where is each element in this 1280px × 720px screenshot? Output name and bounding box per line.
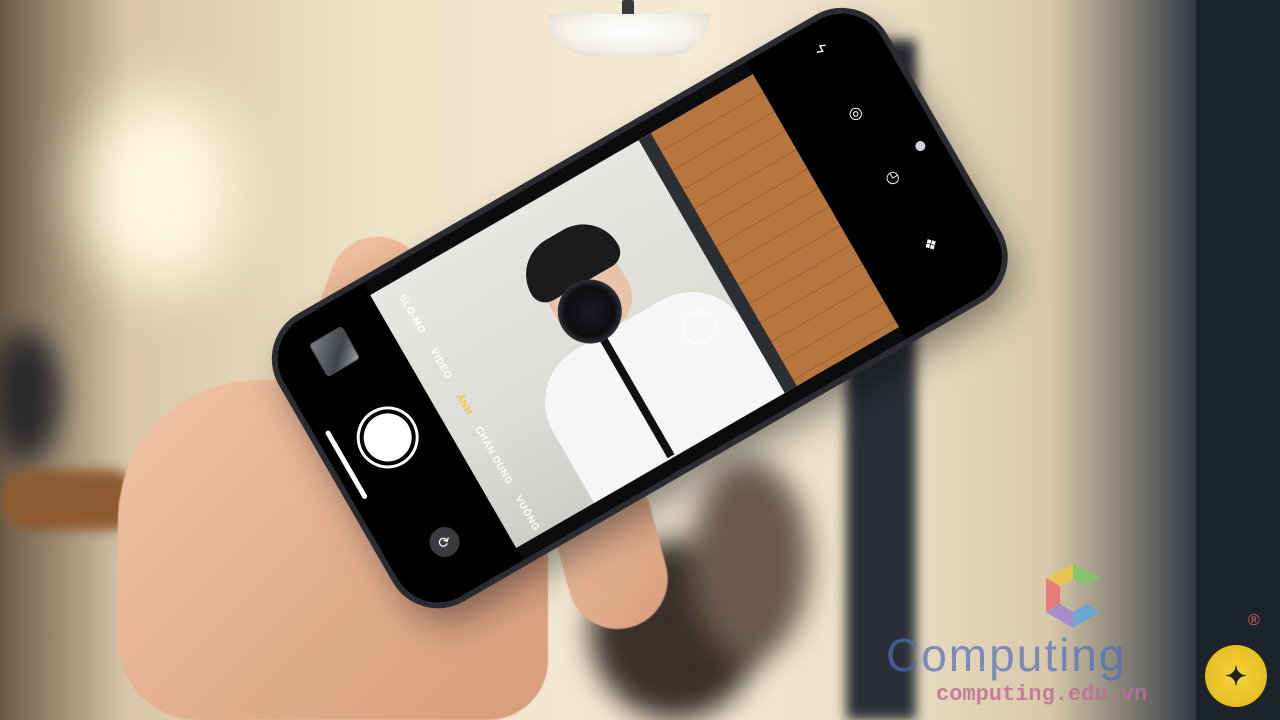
watermark-url: computing.edu.vn <box>936 682 1148 707</box>
mode-portrait[interactable]: CHÂN DUNG <box>472 425 514 487</box>
watermark-registered-mark: ® <box>1248 612 1260 629</box>
mode-photo[interactable]: ẢNH <box>453 392 474 418</box>
computing-logo-icon <box>1046 564 1100 628</box>
live-photo-icon[interactable]: ◎ <box>845 103 866 125</box>
background-light <box>80 90 240 290</box>
window-frame <box>1196 0 1280 720</box>
watermark-title: Computing <box>886 629 1127 681</box>
background-person-left <box>0 330 60 460</box>
mode-square[interactable]: VUÔNG <box>512 494 541 533</box>
flash-icon[interactable]: ϟ <box>810 41 829 57</box>
mode-slo-mo[interactable]: SLO-MO <box>396 293 427 336</box>
timer-icon[interactable]: ◷ <box>882 167 903 189</box>
watermark-badge-icon: ✦ <box>1205 645 1267 707</box>
ceiling-lamp <box>548 14 710 56</box>
background-person-right-2 <box>690 460 810 660</box>
filter-icon[interactable]: ❖ <box>921 234 942 256</box>
mode-video[interactable]: VIDEO <box>427 347 453 382</box>
